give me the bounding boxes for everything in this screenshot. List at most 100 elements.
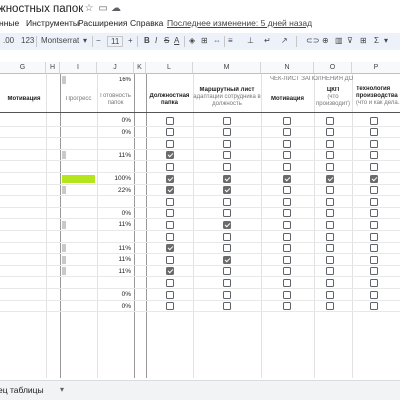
text-rotation-icon[interactable]: ↗ xyxy=(281,36,288,45)
checkbox-l[interactable] xyxy=(166,255,174,264)
font-size-input[interactable]: 11 xyxy=(107,36,124,47)
merge-cells-icon[interactable]: ⇔ xyxy=(213,36,221,45)
checkbox-p[interactable] xyxy=(370,244,378,253)
column-header-j[interactable]: J xyxy=(97,62,134,74)
checkbox-p[interactable] xyxy=(370,290,378,299)
insert-link-icon[interactable]: ⊂⊃ xyxy=(306,36,319,45)
checkbox-m[interactable] xyxy=(223,139,231,148)
checkbox-n[interactable] xyxy=(283,209,291,218)
bold-button[interactable]: B xyxy=(144,36,150,45)
menu-extensions[interactable]: Расширения xyxy=(78,18,127,28)
checkbox-m[interactable] xyxy=(223,116,231,125)
checkbox-n[interactable] xyxy=(283,267,291,276)
checkbox-n[interactable] xyxy=(283,186,291,195)
checkbox-p[interactable] xyxy=(370,128,378,137)
horizontal-align-icon[interactable]: ≡ xyxy=(228,36,233,45)
checkbox-m[interactable] xyxy=(223,290,231,299)
more-formats-icon[interactable]: 123 xyxy=(21,36,34,45)
checkbox-n[interactable] xyxy=(283,232,291,241)
menu-help[interactable]: Справка xyxy=(130,18,163,28)
menu-data[interactable]: нные xyxy=(0,18,19,28)
cloud-status-icon[interactable]: ☁ xyxy=(110,3,122,15)
checkbox-o[interactable] xyxy=(326,162,334,171)
checkbox-l[interactable] xyxy=(166,232,174,241)
checkbox-n[interactable] xyxy=(283,220,291,229)
checkbox-m[interactable] xyxy=(223,255,231,264)
checkbox-m[interactable] xyxy=(223,244,231,253)
checkbox-m[interactable] xyxy=(223,278,231,287)
checkbox-o[interactable] xyxy=(326,302,334,311)
chevron-down-icon[interactable]: ▾ xyxy=(384,36,388,45)
checkbox-l[interactable] xyxy=(166,244,174,253)
checkbox-l[interactable] xyxy=(166,302,174,311)
checkbox-l[interactable] xyxy=(166,139,174,148)
text-color-button[interactable]: A xyxy=(174,36,179,45)
column-header-i[interactable]: I xyxy=(60,62,97,74)
checkbox-n[interactable] xyxy=(283,244,291,253)
checkbox-p[interactable] xyxy=(370,186,378,195)
column-header-n[interactable]: N xyxy=(261,62,314,74)
checkbox-o[interactable] xyxy=(326,139,334,148)
font-size-decrease-icon[interactable]: − xyxy=(96,36,101,45)
checkbox-m[interactable] xyxy=(223,151,231,160)
move-folder-icon[interactable]: ▭ xyxy=(97,3,109,15)
checkbox-p[interactable] xyxy=(370,267,378,276)
checkbox-n[interactable] xyxy=(283,302,291,311)
sheet-tab[interactable]: ец таблицы xyxy=(0,385,44,395)
checkbox-p[interactable] xyxy=(370,174,378,183)
last-edit-link[interactable]: Последнее изменение: 5 дней назад xyxy=(167,18,312,28)
checkbox-o[interactable] xyxy=(326,209,334,218)
checkbox-o[interactable] xyxy=(326,267,334,276)
column-header-h[interactable]: H xyxy=(46,62,60,74)
checkbox-o[interactable] xyxy=(326,197,334,206)
functions-icon[interactable]: Σ xyxy=(374,36,379,45)
checkbox-p[interactable] xyxy=(370,139,378,148)
checkbox-l[interactable] xyxy=(166,186,174,195)
font-size-increase-icon[interactable]: + xyxy=(128,36,133,45)
checkbox-l[interactable] xyxy=(166,209,174,218)
filter-icon[interactable]: ⊽ xyxy=(347,36,353,45)
checkbox-m[interactable] xyxy=(223,267,231,276)
checkbox-p[interactable] xyxy=(370,116,378,125)
column-header-m[interactable]: M xyxy=(193,62,261,74)
checkbox-l[interactable] xyxy=(166,162,174,171)
checkbox-o[interactable] xyxy=(326,151,334,160)
checkbox-n[interactable] xyxy=(283,174,291,183)
checkbox-o[interactable] xyxy=(326,128,334,137)
checkbox-m[interactable] xyxy=(223,220,231,229)
font-family-select[interactable]: Montserrat xyxy=(41,36,79,45)
checkbox-p[interactable] xyxy=(370,255,378,264)
document-title[interactable]: жностных папок xyxy=(0,3,83,15)
checkbox-m[interactable] xyxy=(223,209,231,218)
checkbox-l[interactable] xyxy=(166,197,174,206)
checkbox-p[interactable] xyxy=(370,162,378,171)
chevron-down-icon[interactable]: ▾ xyxy=(60,385,64,394)
checkbox-p[interactable] xyxy=(370,278,378,287)
checkbox-o[interactable] xyxy=(326,116,334,125)
checkbox-o[interactable] xyxy=(326,244,334,253)
checkbox-l[interactable] xyxy=(166,174,174,183)
checkbox-m[interactable] xyxy=(223,162,231,171)
sheet-grid[interactable]: G H I J K L M N O P 16% ЧЕК-ЛИСТ ЗАПОЛНЕ… xyxy=(0,62,400,378)
checkbox-m[interactable] xyxy=(223,128,231,137)
checkbox-o[interactable] xyxy=(326,232,334,241)
checkbox-o[interactable] xyxy=(326,290,334,299)
checkbox-p[interactable] xyxy=(370,197,378,206)
checkbox-m[interactable] xyxy=(223,186,231,195)
column-header-g[interactable]: G xyxy=(0,62,46,74)
checkbox-l[interactable] xyxy=(166,128,174,137)
checkbox-l[interactable] xyxy=(166,278,174,287)
text-wrap-icon[interactable]: ↵ xyxy=(264,36,271,45)
menu-tools[interactable]: Инструменты xyxy=(26,18,79,28)
checkbox-p[interactable] xyxy=(370,209,378,218)
checkbox-n[interactable] xyxy=(283,116,291,125)
checkbox-p[interactable] xyxy=(370,220,378,229)
checkbox-o[interactable] xyxy=(326,174,334,183)
star-icon[interactable]: ☆ xyxy=(83,3,95,15)
checkbox-l[interactable] xyxy=(166,116,174,125)
column-header-l[interactable]: L xyxy=(146,62,193,74)
borders-icon[interactable]: ⊞ xyxy=(201,36,208,45)
checkbox-n[interactable] xyxy=(283,255,291,264)
checkbox-l[interactable] xyxy=(166,220,174,229)
strikethrough-button[interactable]: S xyxy=(164,36,169,45)
